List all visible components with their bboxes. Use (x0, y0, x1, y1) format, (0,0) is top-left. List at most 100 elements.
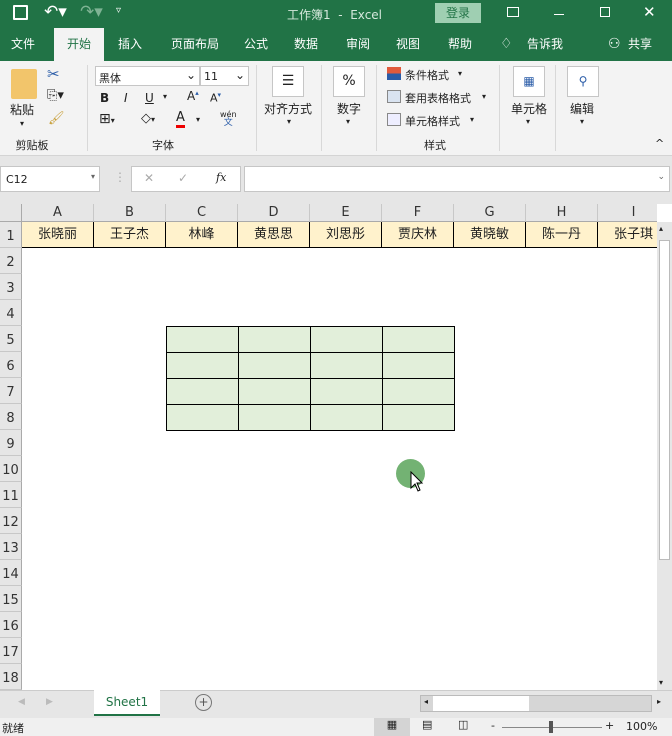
prev-sheet-icon[interactable]: ◀ (18, 697, 25, 707)
cut-icon[interactable]: ✂ (47, 65, 60, 83)
vertical-scroll-thumb[interactable] (659, 240, 670, 560)
tab-data[interactable]: 数据 (288, 28, 324, 61)
zoom-in-button[interactable]: + (605, 719, 614, 732)
paste-icon[interactable] (11, 69, 37, 99)
table-cell[interactable] (310, 378, 383, 405)
header-cell-I[interactable]: 张子琪 (598, 222, 657, 248)
table-cell[interactable] (238, 378, 311, 405)
font-color-icon[interactable]: A (176, 111, 185, 128)
column-header-B[interactable]: B (94, 204, 166, 222)
column-header-E[interactable]: E (310, 204, 382, 222)
table-cell[interactable] (166, 378, 239, 405)
cells-button[interactable]: 单元格 (511, 100, 547, 117)
format-as-table-button[interactable]: 套用表格格式 (405, 90, 471, 106)
table-cell[interactable] (382, 404, 455, 431)
tab-home[interactable]: 开始 (54, 28, 104, 61)
paste-button[interactable]: 粘贴 (10, 101, 34, 118)
formula-input[interactable]: ⌄ (244, 166, 670, 192)
column-header-I[interactable]: I (598, 204, 657, 222)
row-header-4[interactable]: 4 (0, 300, 22, 326)
customize-qat-icon[interactable]: ▿ (116, 5, 121, 16)
zoom-level[interactable]: 100% (626, 720, 657, 733)
row-header-9[interactable]: 9 (0, 430, 22, 456)
format-painter-icon[interactable]: 🖌 (48, 111, 65, 126)
row-header-5[interactable]: 5 (0, 326, 22, 352)
share-button[interactable]: 共享 (624, 28, 656, 61)
table-cell[interactable] (166, 404, 239, 431)
vertical-scrollbar[interactable]: ▴ ▾ (657, 222, 672, 690)
header-cell-B[interactable]: 王子杰 (94, 222, 166, 248)
zoom-out-button[interactable]: - (491, 719, 495, 732)
page-break-view-icon[interactable]: ◫ (458, 718, 468, 731)
paste-dropdown-icon[interactable]: ▾ (20, 119, 24, 128)
percent-icon[interactable]: % (333, 66, 365, 97)
cancel-icon[interactable]: ✕ (144, 171, 154, 185)
scroll-up-icon[interactable]: ▴ (659, 224, 663, 233)
insert-function-icon[interactable]: fx (216, 171, 226, 184)
row-header-17[interactable]: 17 (0, 638, 22, 664)
row-header-15[interactable]: 15 (0, 586, 22, 612)
number-dropdown-icon[interactable]: ▾ (346, 117, 350, 126)
scroll-down-icon[interactable]: ▾ (659, 678, 663, 687)
tell-me-search[interactable]: 告诉我 (522, 28, 568, 61)
spreadsheet-grid[interactable]: ABCDEFGHI 1 2 3 4 5 6 7 8 9 10 11 12 13 14 15 16 17 18 张晓… (0, 204, 657, 690)
select-all-button[interactable] (0, 204, 22, 222)
font-color-dropdown-icon[interactable]: ▾ (196, 115, 200, 124)
row-header-12[interactable]: 12 (0, 508, 22, 534)
table-cell[interactable] (238, 352, 311, 379)
row-header-16[interactable]: 16 (0, 612, 22, 638)
table-cell[interactable] (310, 404, 383, 431)
header-cell-C[interactable]: 林峰 (166, 222, 238, 248)
header-cell-E[interactable]: 刘思彤 (310, 222, 382, 248)
decrease-font-icon[interactable]: A▾ (210, 91, 221, 105)
alignment-dropdown-icon[interactable]: ▾ (287, 117, 291, 126)
tab-help[interactable]: 帮助 (442, 28, 478, 61)
tab-view[interactable]: 视图 (390, 28, 426, 61)
zoom-slider-thumb[interactable] (549, 721, 553, 733)
conditional-format-button[interactable]: 条件格式 (405, 67, 449, 83)
increase-font-icon[interactable]: A▴ (187, 89, 199, 103)
tab-page-layout[interactable]: 页面布局 (162, 28, 228, 61)
cells-icon[interactable]: ▦ (513, 66, 545, 97)
horizontal-scroll-thumb[interactable] (433, 696, 529, 711)
underline-dropdown-icon[interactable]: ▾ (163, 92, 167, 101)
add-sheet-icon[interactable]: + (195, 694, 212, 711)
next-sheet-icon[interactable]: ▶ (46, 697, 53, 707)
table-cell[interactable] (382, 378, 455, 405)
row-header-13[interactable]: 13 (0, 534, 22, 560)
cell-styles-button[interactable]: 单元格样式 (405, 113, 460, 129)
maximize-icon[interactable] (600, 7, 610, 17)
column-header-F[interactable]: F (382, 204, 454, 222)
search-icon[interactable]: ⚲ (567, 66, 599, 97)
page-layout-view-icon[interactable]: ▤ (422, 718, 432, 731)
row-header-6[interactable]: 6 (0, 352, 22, 378)
underline-button[interactable]: U (145, 91, 154, 105)
table-cell[interactable] (382, 326, 455, 353)
scroll-right-icon[interactable]: ▸ (657, 697, 661, 706)
table-cell[interactable] (238, 404, 311, 431)
horizontal-scrollbar[interactable] (420, 695, 652, 712)
table-cell[interactable] (382, 352, 455, 379)
font-name-select[interactable]: 黑体 ⌄ (95, 66, 200, 86)
row-header-2[interactable]: 2 (0, 248, 22, 274)
tab-insert[interactable]: 插入 (108, 28, 152, 61)
normal-view-icon[interactable]: ▦ (374, 718, 410, 736)
row-header-11[interactable]: 11 (0, 482, 22, 508)
tab-formulas[interactable]: 公式 (238, 28, 274, 61)
table-cell[interactable] (166, 352, 239, 379)
table-cell[interactable] (238, 326, 311, 353)
header-cell-G[interactable]: 黄晓敏 (454, 222, 526, 248)
copy-icon[interactable]: ⎘▾ (47, 88, 64, 103)
row-header-3[interactable]: 3 (0, 274, 22, 300)
scroll-left-icon[interactable]: ◂ (424, 697, 428, 706)
cells-dropdown-icon[interactable]: ▾ (526, 117, 530, 126)
table-cell[interactable] (310, 326, 383, 353)
row-header-14[interactable]: 14 (0, 560, 22, 586)
column-header-D[interactable]: D (238, 204, 310, 222)
header-cell-H[interactable]: 陈一丹 (526, 222, 598, 248)
tab-file[interactable]: 文件 (0, 28, 46, 61)
collapse-ribbon-icon[interactable]: ^ (655, 137, 664, 150)
fill-color-icon[interactable]: ◇▾ (141, 111, 155, 126)
undo-icon[interactable]: ↶▾ (44, 2, 67, 22)
column-header-A[interactable]: A (22, 204, 94, 222)
